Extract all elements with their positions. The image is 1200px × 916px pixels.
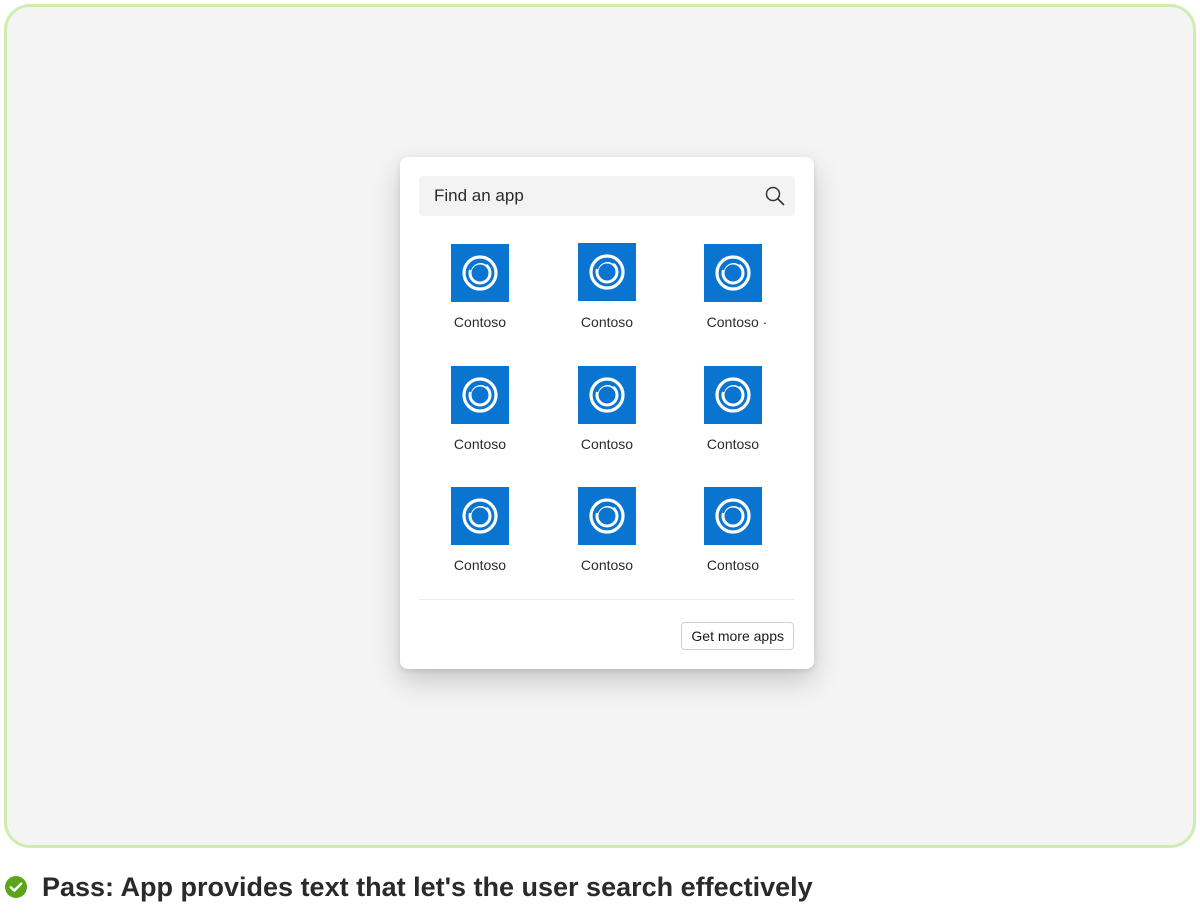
contoso-app-icon bbox=[578, 487, 636, 545]
get-more-apps-button[interactable]: Get more apps bbox=[681, 622, 794, 650]
app-tile[interactable]: Contoso bbox=[417, 244, 543, 344]
search-icon[interactable] bbox=[764, 185, 786, 207]
contoso-app-icon bbox=[704, 366, 762, 424]
contoso-app-icon bbox=[704, 487, 762, 545]
contoso-app-icon bbox=[704, 244, 762, 302]
example-frame: Find an app Contoso Contoso Contoso · Co… bbox=[4, 4, 1196, 848]
app-tile[interactable]: Contoso bbox=[417, 487, 543, 587]
app-tile[interactable]: Contoso bbox=[417, 366, 543, 466]
app-tile[interactable]: Contoso bbox=[670, 487, 796, 587]
app-picker-flyout: Find an app Contoso Contoso Contoso · Co… bbox=[400, 157, 814, 669]
contoso-app-icon bbox=[451, 366, 509, 424]
search-input[interactable] bbox=[419, 176, 795, 216]
contoso-app-icon bbox=[578, 243, 636, 301]
app-tile[interactable]: Contoso bbox=[544, 243, 670, 343]
app-tile[interactable]: Contoso bbox=[544, 366, 670, 466]
check-circle-icon bbox=[4, 875, 28, 899]
app-label: Contoso bbox=[453, 436, 507, 452]
app-tile[interactable]: Contoso · bbox=[670, 244, 796, 344]
app-label: Contoso bbox=[453, 557, 507, 573]
footer-divider bbox=[419, 599, 795, 600]
contoso-app-icon bbox=[451, 244, 509, 302]
app-tile[interactable]: Contoso bbox=[670, 366, 796, 466]
app-label: Contoso bbox=[580, 436, 634, 452]
verdict-text: Pass: App provides text that let's the u… bbox=[42, 871, 813, 902]
app-tile[interactable]: Contoso bbox=[544, 487, 670, 587]
app-label: Contoso bbox=[706, 557, 760, 573]
app-label: Contoso bbox=[580, 314, 634, 330]
contoso-app-icon bbox=[451, 487, 509, 545]
contoso-app-icon bbox=[578, 366, 636, 424]
verdict-caption: Pass: App provides text that let's the u… bbox=[4, 872, 813, 902]
app-label: Contoso · bbox=[706, 314, 768, 330]
app-label: Contoso bbox=[453, 314, 507, 330]
search-box[interactable]: Find an app bbox=[419, 176, 795, 216]
app-label: Contoso bbox=[580, 557, 634, 573]
app-label: Contoso bbox=[706, 436, 760, 452]
